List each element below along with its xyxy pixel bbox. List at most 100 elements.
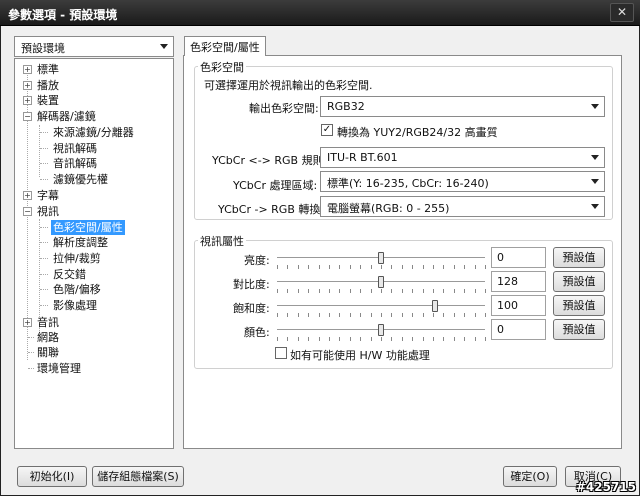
ycbcr-rgb-value: 電腦螢幕(RGB: 0 - 255) [327,202,450,215]
slider-tick [402,337,403,341]
slider-tick [371,265,372,269]
slider-tick [339,337,340,341]
collapse-icon[interactable]: − [23,207,32,216]
chevron-down-icon [160,44,168,49]
tree-item-environment[interactable]: 環境管理 [37,361,81,376]
slider-tick [339,289,340,293]
brightness-slider-thumb[interactable] [378,252,384,264]
tree-branch [40,242,48,243]
tree-item-association[interactable]: 關聯 [37,345,59,360]
collapse-icon[interactable]: − [23,112,32,121]
slider-tick [454,265,455,269]
output-colorspace-label: 輸出色彩空間: [249,102,319,115]
slider-tick [464,289,465,293]
slider-tick [391,289,392,293]
tree-branch [40,289,48,290]
slider-tick [371,289,372,293]
convert-hq-checkbox[interactable]: ✓ [321,124,333,136]
hw-processing-checkbox[interactable] [275,347,287,359]
slider-tick [360,337,361,341]
chevron-down-icon [591,104,599,109]
slider-tick [475,265,476,269]
ycbcr-rule-label: YCbCr <-> RGB 規則: [212,154,328,167]
slider-tick [360,289,361,293]
close-icon[interactable]: ✕ [610,3,634,22]
tree-item-deinterlace[interactable]: 反交錯 [53,267,86,282]
expand-icon[interactable]: + [23,96,32,105]
saturation-slider[interactable] [277,305,485,307]
tree-item-audio-decoder[interactable]: 音訊解碼 [53,156,97,171]
tree-item-filter-priority[interactable]: 濾鏡優先權 [53,172,108,187]
convert-hq-label: 轉換為 YUY2/RGB24/32 高畫質 [337,126,498,139]
tree-item-source-filters[interactable]: 來源濾鏡/分離器 [53,125,134,140]
slider-tick [350,265,351,269]
saturation-default-button[interactable]: 預設值 [553,295,605,316]
ok-button[interactable]: 確定(O) [503,466,557,487]
hue-default-button[interactable]: 預設值 [553,319,605,340]
output-colorspace-select[interactable]: RGB32 [320,96,605,117]
slider-tick [475,289,476,293]
contrast-default-button[interactable]: 預設值 [553,271,605,292]
tree-item-standard[interactable]: 標準 [37,62,59,77]
slider-tick [412,289,413,293]
brightness-default-button[interactable]: 預設值 [553,247,605,268]
slider-tick [371,313,372,317]
slider-tick [391,265,392,269]
slider-tick [287,337,288,341]
expand-icon[interactable]: + [23,65,32,74]
slider-tick [339,313,340,317]
tree-item-devices[interactable]: 裝置 [37,93,59,108]
slider-tick [381,265,382,269]
contrast-value[interactable]: 128 [491,271,546,292]
tab-colorspace[interactable]: 色彩空間/屬性 [184,36,266,56]
slider-tick [433,337,434,341]
tree-item-network[interactable]: 網路 [37,330,59,345]
slider-tick [485,265,486,269]
tree-item-stretch-crop[interactable]: 拉伸/裁剪 [53,251,101,266]
slider-tick [298,313,299,317]
slider-tick [485,313,486,317]
tree-item-levels[interactable]: 色階/偏移 [53,282,101,297]
expand-icon[interactable]: + [23,318,32,327]
tree-item-video-decoder[interactable]: 視訊解碼 [53,141,97,156]
settings-tree[interactable]: + 標準 + 播放 + 裝置 − 解碼器/濾鏡 來源濾鏡/分離器 視訊解碼 音訊… [14,58,174,449]
slider-tick [277,265,278,269]
tree-item-subtitles[interactable]: 字幕 [37,188,59,203]
tree-item-decoders[interactable]: 解碼器/濾鏡 [37,109,96,124]
tree-item-playback[interactable]: 播放 [37,78,59,93]
tree-item-image-processing[interactable]: 影像處理 [53,298,97,313]
tree-item-resolution[interactable]: 解析度調整 [53,235,108,250]
expand-icon[interactable]: + [23,81,32,90]
tree-branch [40,258,48,259]
slider-tick [360,265,361,269]
tree-item-colorspace[interactable]: 色彩空間/屬性 [51,220,125,235]
hue-value[interactable]: 0 [491,319,546,340]
expand-icon[interactable]: + [23,191,32,200]
slider-tick [329,337,330,341]
tree-item-audio[interactable]: 音訊 [37,315,59,330]
profile-select[interactable]: 預設環境 [14,36,174,57]
slider-tick [381,313,382,317]
slider-tick [412,337,413,341]
slider-tick [475,337,476,341]
initialize-button[interactable]: 初始化(I) [17,466,87,487]
slider-tick [433,265,434,269]
contrast-slider-thumb[interactable] [378,276,384,288]
ycbcr-range-value: 標準(Y: 16-235, CbCr: 16-240) [327,177,489,190]
saturation-slider-thumb[interactable] [432,300,439,312]
slider-tick [464,313,465,317]
ycbcr-rgb-select[interactable]: 電腦螢幕(RGB: 0 - 255) [320,196,605,217]
hue-slider-thumb[interactable] [378,324,384,336]
slider-tick [360,313,361,317]
tree-item-video[interactable]: 視訊 [37,204,59,219]
slider-tick [443,289,444,293]
slider-tick [329,265,330,269]
ycbcr-rule-select[interactable]: ITU-R BT.601 [320,147,605,168]
slider-tick [433,313,434,317]
save-config-button[interactable]: 儲存組態檔案(S) [92,466,184,487]
brightness-value[interactable]: 0 [491,247,546,268]
ycbcr-range-select[interactable]: 標準(Y: 16-235, CbCr: 16-240) [320,171,605,192]
saturation-value[interactable]: 100 [491,295,546,316]
tree-branch [28,352,34,353]
slider-tick [371,337,372,341]
